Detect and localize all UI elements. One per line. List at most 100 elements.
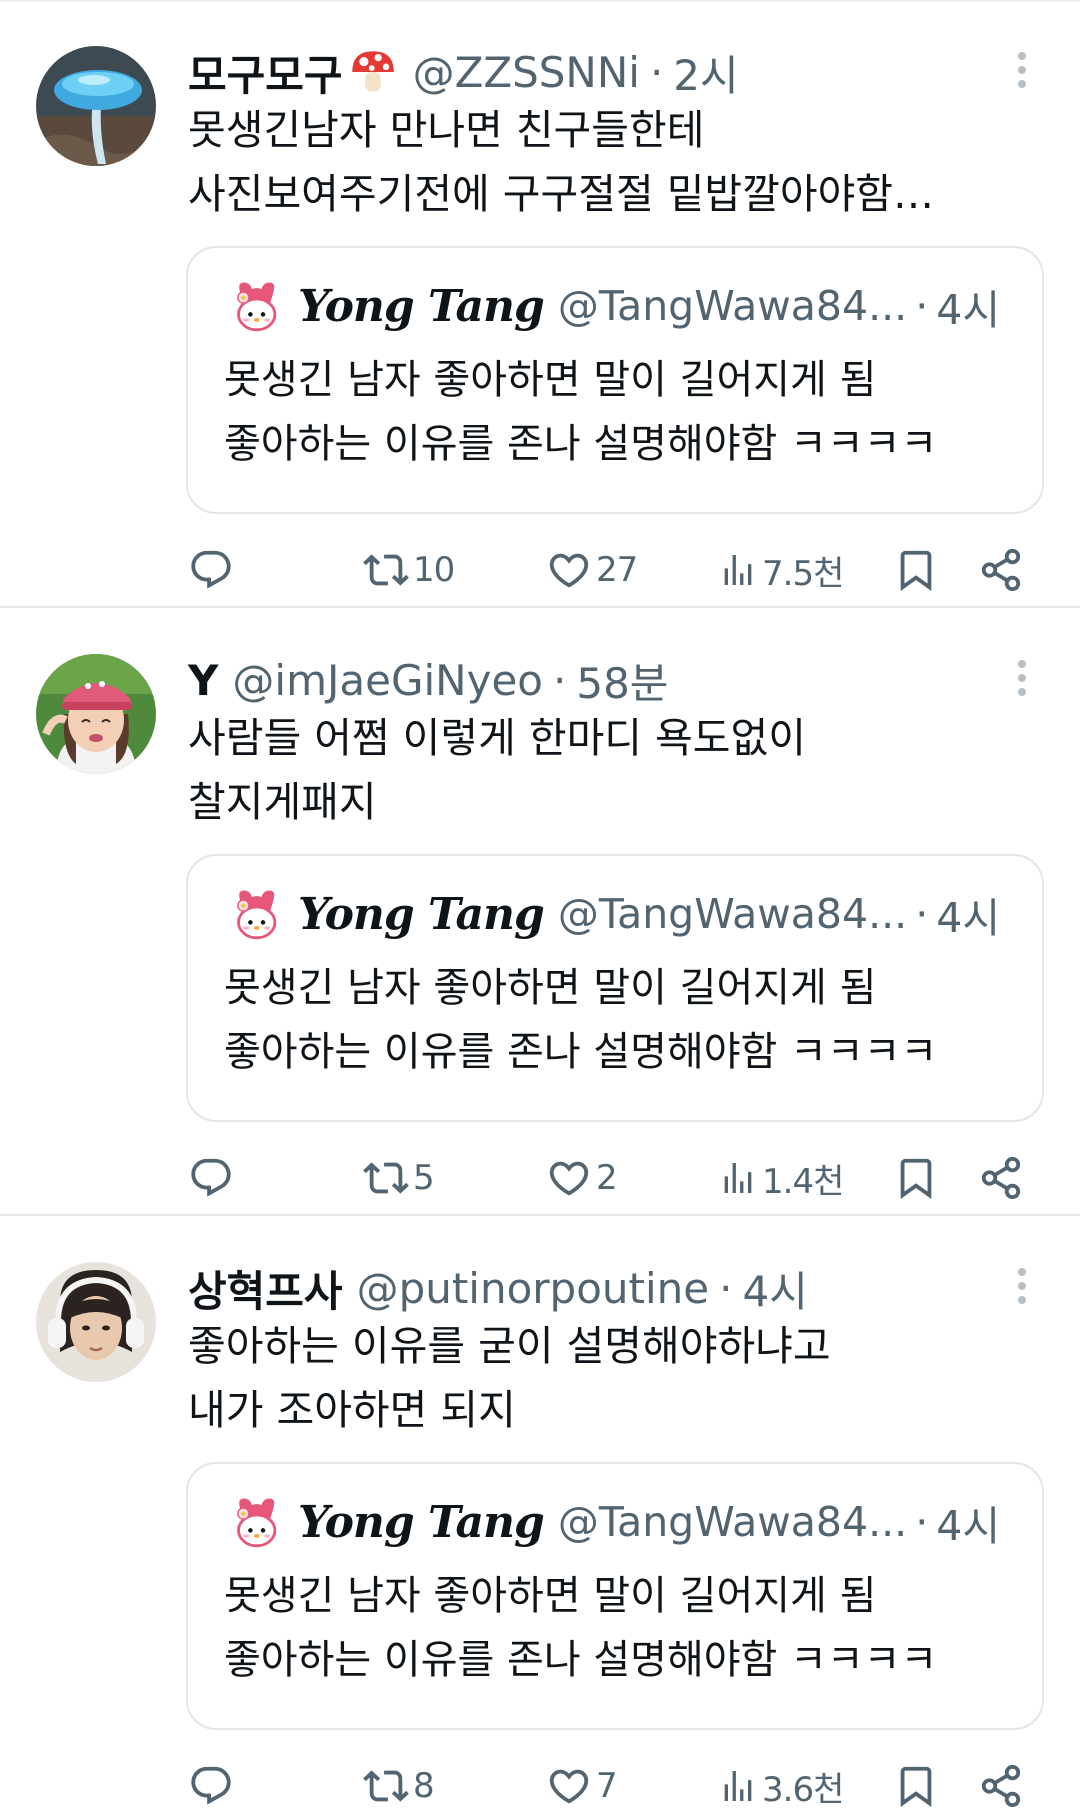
heart-icon [546, 1763, 592, 1809]
reply-button[interactable] [188, 540, 238, 600]
retweet-icon [363, 1763, 409, 1809]
bookmark-icon [893, 547, 939, 593]
timestamp[interactable]: 4시 [743, 1258, 808, 1319]
view-count: 7.5천 [762, 553, 844, 594]
heart-icon [546, 1155, 592, 1201]
tweet-1[interactable]: 모구모구 @ZZSSNNi · 2시 못생긴남자 만나면 친구들한테 사진보여주… [0, 0, 1080, 608]
reply-icon [188, 547, 234, 593]
view-count: 1.4천 [762, 1161, 844, 1202]
quoted-tweet-text: 못생긴 남자 좋아하면 말이 길어지게 됨 좋아하는 이유를 존나 설명해야함 … [224, 956, 937, 1084]
quoted-timestamp: 4시 [936, 286, 1001, 334]
tweet-text: 사람들 어쩜 이렇게 한마디 욕도없이 찰지게패지 [188, 706, 1008, 834]
tweet-2[interactable]: Y @imJaeGiNyeo · 58분 사람들 어쩜 이렇게 한마디 욕도없이… [0, 608, 1080, 1216]
quoted-handle: @TangWawa84... [557, 1498, 908, 1546]
display-name[interactable]: 모구모구 [188, 42, 343, 103]
timestamp[interactable]: 58분 [576, 650, 668, 711]
girl-pink-cap-avatar[interactable] [36, 654, 156, 774]
tweet-actions: 10 27 7.5천 [0, 540, 1080, 600]
bar-chart-icon [718, 550, 758, 590]
views-button[interactable]: 3.6천 [718, 1756, 844, 1816]
handle[interactable]: @putinorpoutine [357, 1264, 710, 1313]
headphones-person-avatar[interactable] [36, 1262, 156, 1382]
retweet-icon [363, 1155, 409, 1201]
reply-icon [188, 1155, 234, 1201]
reply-icon [188, 1763, 234, 1809]
quoted-tweet[interactable]: Yong Tang @TangWawa84... · 4시 못생긴 남자 좋아하… [186, 854, 1044, 1122]
like-button[interactable]: 2 [546, 1148, 618, 1208]
my-melody-avatar-icon [228, 1494, 284, 1550]
like-count: 27 [596, 550, 638, 590]
share-button[interactable] [978, 1756, 1024, 1816]
timestamp[interactable]: 2시 [673, 42, 738, 103]
handle[interactable]: @ZZSSNNi [413, 48, 640, 97]
quoted-tweet[interactable]: Yong Tang @TangWawa84... · 4시 못생긴 남자 좋아하… [186, 246, 1044, 514]
mushroom-icon [351, 51, 394, 92]
share-icon [978, 1155, 1024, 1201]
quoted-text-line: 좋아하는 이유를 존나 설명해야함 ㅋㅋㅋㅋ [224, 1029, 938, 1075]
bookmark-icon [893, 1155, 939, 1201]
bookmark-button[interactable] [893, 1756, 939, 1816]
quoted-text-line: 좋아하는 이유를 존나 설명해야함 ㅋㅋㅋㅋ [224, 421, 938, 467]
handle[interactable]: @imJaeGiNyeo [232, 656, 543, 705]
quoted-text-line: 좋아하는 이유를 존나 설명해야함 ㅋㅋㅋㅋ [224, 1637, 938, 1683]
bar-chart-icon [718, 1766, 758, 1806]
quoted-display-name: Yong Tang [298, 280, 545, 332]
retweet-icon [363, 547, 409, 593]
quoted-tweet-text: 못생긴 남자 좋아하면 말이 길어지게 됨 좋아하는 이유를 존나 설명해야함 … [224, 1564, 937, 1692]
separator-dot: · [719, 1263, 733, 1313]
blue-mushroom-avatar[interactable] [36, 46, 156, 166]
quoted-tweet-text: 못생긴 남자 좋아하면 말이 길어지게 됨 좋아하는 이유를 존나 설명해야함 … [224, 348, 937, 476]
retweet-button[interactable]: 8 [363, 1756, 435, 1816]
quoted-tweet-header: Yong Tang @TangWawa84... · 4시 [228, 1490, 1000, 1554]
like-count: 2 [596, 1158, 618, 1198]
share-icon [978, 1763, 1024, 1809]
my-melody-avatar-icon [228, 886, 284, 942]
like-button[interactable]: 7 [546, 1756, 618, 1816]
quoted-tweet-header: Yong Tang @TangWawa84... · 4시 [228, 882, 1000, 946]
tweet-text-line: 내가 조아하면 되지 [188, 1386, 516, 1434]
separator-dot: · [915, 890, 929, 938]
more-options-icon[interactable] [1016, 1264, 1028, 1308]
tweet-text: 못생긴남자 만나면 친구들한테 사진보여주기전에 구구절절 밑밥깔아야함… [188, 98, 1008, 226]
quoted-handle: @TangWawa84... [557, 282, 908, 330]
reply-button[interactable] [188, 1148, 238, 1208]
tweet-actions: 8 7 3.6천 [0, 1756, 1080, 1816]
like-button[interactable]: 27 [546, 540, 638, 600]
views-button[interactable]: 7.5천 [718, 540, 844, 600]
quoted-tweet-header: Yong Tang @TangWawa84... · 4시 [228, 274, 1000, 338]
retweet-count: 10 [413, 550, 455, 590]
tweet-actions: 5 2 1.4천 [0, 1148, 1080, 1208]
bookmark-button[interactable] [893, 1148, 939, 1208]
tweet-text-line: 사람들 어쩜 이렇게 한마디 욕도없이 [188, 714, 806, 762]
tweet-3[interactable]: 상혁프사 @putinorpoutine · 4시 좋아하는 이유를 굳이 설명… [0, 1216, 1080, 1819]
bookmark-button[interactable] [893, 540, 939, 600]
retweet-button[interactable]: 10 [363, 540, 455, 600]
like-count: 7 [596, 1766, 618, 1806]
quoted-timestamp: 4시 [936, 894, 1001, 942]
more-options-icon[interactable] [1016, 48, 1028, 92]
separator-dot: · [915, 1498, 929, 1546]
tweet-text-line: 좋아하는 이유를 굳이 설명해야하냐고 [188, 1322, 831, 1370]
quoted-display-name: Yong Tang [298, 888, 545, 940]
quoted-text-line: 못생긴 남자 좋아하면 말이 길어지게 됨 [224, 1573, 877, 1619]
separator-dot: · [553, 655, 567, 705]
quoted-tweet[interactable]: Yong Tang @TangWawa84... · 4시 못생긴 남자 좋아하… [186, 1462, 1044, 1730]
bookmark-icon [893, 1763, 939, 1809]
share-button[interactable] [978, 1148, 1024, 1208]
quoted-text-line: 못생긴 남자 좋아하면 말이 길어지게 됨 [224, 965, 877, 1011]
more-options-icon[interactable] [1016, 656, 1028, 700]
tweet-text: 좋아하는 이유를 굳이 설명해야하냐고 내가 조아하면 되지 [188, 1314, 1008, 1442]
reply-button[interactable] [188, 1756, 238, 1816]
tweet-text-line: 사진보여주기전에 구구절절 밑밥깔아야함… [188, 170, 935, 218]
retweet-button[interactable]: 5 [363, 1148, 435, 1208]
views-button[interactable]: 1.4천 [718, 1148, 844, 1208]
display-name[interactable]: Y [188, 656, 218, 705]
retweet-count: 8 [413, 1766, 435, 1806]
tweet-text-line: 찰지게패지 [188, 778, 377, 826]
separator-dot: · [915, 282, 929, 330]
display-name[interactable]: 상혁프사 [188, 1258, 343, 1319]
share-button[interactable] [978, 540, 1024, 600]
tweet-header: 모구모구 @ZZSSNNi · 2시 [188, 42, 739, 102]
share-icon [978, 547, 1024, 593]
quoted-text-line: 못생긴 남자 좋아하면 말이 길어지게 됨 [224, 357, 877, 403]
